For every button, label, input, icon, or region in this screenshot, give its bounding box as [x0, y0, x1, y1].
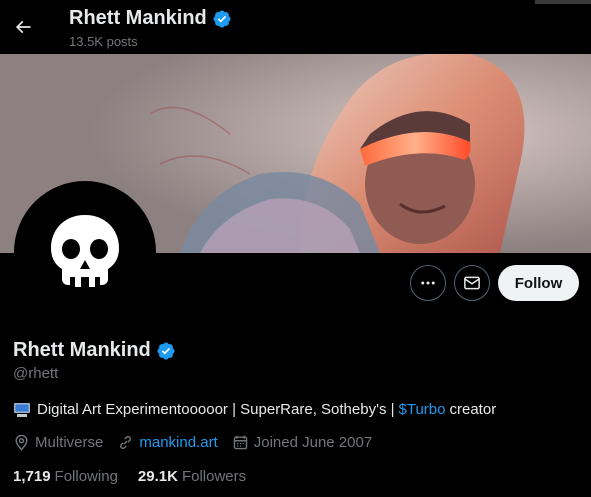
website-link[interactable]: mankind.art: [139, 434, 217, 451]
verified-badge-icon: [157, 341, 175, 360]
profile-handle: @rhett: [13, 365, 59, 382]
calendar-icon: [233, 435, 247, 450]
header-title: Rhett Mankind: [69, 7, 232, 30]
envelope-icon: [464, 276, 480, 290]
following-label: Following: [54, 468, 118, 485]
top-bar: Rhett Mankind 13.5K posts: [0, 0, 591, 54]
profile-stats: 1,719 Following 29.1K Followers: [13, 468, 266, 485]
link-icon: [120, 436, 132, 449]
profile-name-text: Rhett Mankind: [13, 339, 151, 361]
skull-icon: [51, 215, 119, 287]
website[interactable]: mankind.art: [117, 434, 218, 451]
location: Multiverse: [13, 434, 103, 451]
message-button[interactable]: [454, 265, 490, 301]
bio-cashtag-link[interactable]: $Turbo: [399, 401, 446, 418]
bio-text: Digital Art Experimentooooor | SuperRare…: [37, 401, 395, 418]
avatar[interactable]: [14, 181, 156, 323]
following-link[interactable]: 1,719 Following: [13, 468, 118, 485]
back-button[interactable]: [8, 12, 38, 42]
followers-label: Followers: [181, 468, 247, 485]
join-date-text: Joined June 2007: [253, 434, 373, 451]
join-date: Joined June 2007: [232, 434, 372, 451]
profile-name: Rhett Mankind: [13, 339, 176, 362]
follow-button[interactable]: Follow: [498, 265, 579, 301]
post-count: 13.5K posts: [69, 34, 138, 49]
arrow-left-icon: [15, 20, 31, 34]
following-count: 1,719: [13, 468, 51, 485]
location-text: Multiverse: [35, 434, 104, 451]
more-horizontal-icon: [421, 281, 435, 285]
more-button[interactable]: [410, 265, 446, 301]
verified-badge-icon: [213, 9, 231, 28]
followers-count: 29.1K: [137, 468, 178, 485]
profile-meta: Multiverse mankind.art Joined June 2007: [13, 434, 386, 451]
header-name: Rhett Mankind: [69, 7, 207, 29]
bio-text-end: creator: [449, 401, 497, 418]
computer-icon: [13, 402, 31, 418]
profile-bio: Digital Art Experimentooooor | SuperRare…: [13, 401, 496, 418]
followers-link[interactable]: 29.1K Followers: [138, 468, 246, 485]
location-pin-icon: [15, 434, 28, 451]
window-edge: [535, 0, 591, 4]
